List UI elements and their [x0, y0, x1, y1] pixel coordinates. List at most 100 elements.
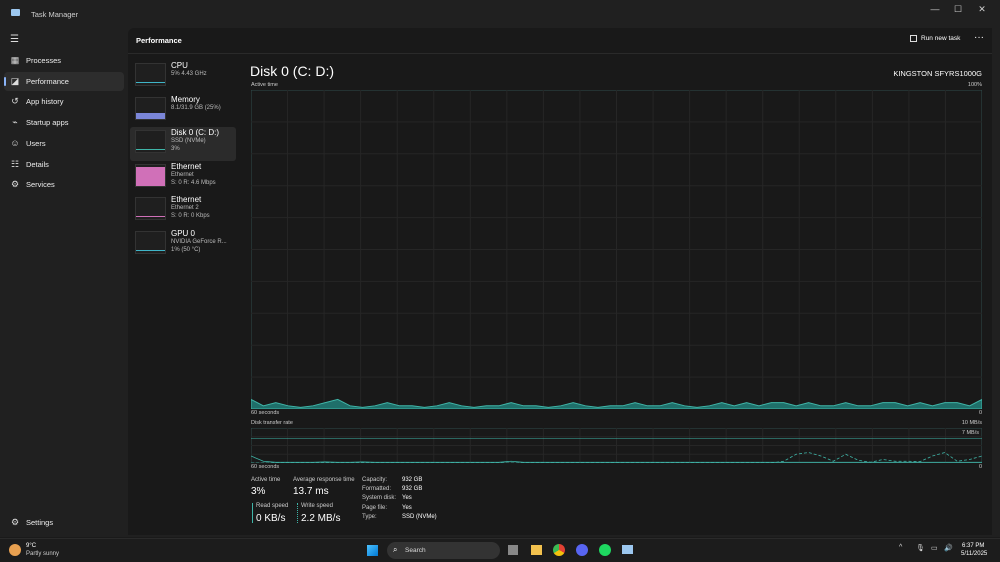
sidebar-item-label: Services [26, 180, 55, 190]
device-line2: 1% (50 °C) [171, 246, 201, 253]
sidebar-item-details[interactable]: ☷ Details [4, 155, 124, 174]
title-bar: Task Manager — ☐ ✕ [0, 0, 1000, 28]
device-item[interactable]: Memory 8.1/31.9 GB (25%) [130, 94, 236, 128]
device-thumbnail-graph [135, 230, 166, 254]
sidebar-item-label: Details [26, 159, 49, 169]
task-manager-window: Task Manager — ☐ ✕ ☰ ▦ Processes ◪ Performa… [0, 0, 1000, 537]
device-item[interactable]: CPU 5% 4.43 GHz [130, 60, 236, 94]
prop-value: 932 GB [402, 486, 423, 493]
read-indicator [252, 503, 253, 523]
users-icon: ☺ [10, 138, 20, 149]
close-button[interactable]: ✕ [971, 4, 993, 18]
sidebar-item-users[interactable]: ☺ Users [4, 134, 124, 153]
weather-temp[interactable]: 9°C [26, 543, 36, 549]
prop-label: Capacity: [362, 477, 388, 483]
main-panel: Performance Run new task ··· CPU 5% 4.43… [128, 28, 992, 535]
discord-icon[interactable] [576, 544, 588, 556]
performance-icon: ◪ [10, 75, 20, 86]
task-manager-icon [11, 9, 20, 16]
maximize-button[interactable]: ☐ [947, 4, 969, 18]
startup-apps-icon: ⌁ [12, 117, 18, 128]
clock-time[interactable]: 6:37 PM [962, 543, 984, 549]
write-speed-label: Write speed [301, 503, 333, 509]
device-item[interactable]: Ethernet Ethernet S: 0 R: 4.6 Mbps [130, 161, 236, 195]
divider [128, 53, 992, 54]
device-item[interactable]: Ethernet Ethernet 2 S: 0 R: 0 Kbps [130, 194, 236, 228]
active-time-xright: 0 [978, 410, 982, 416]
active-time-stat-label: Active time [251, 477, 281, 483]
sidebar-item-app-history[interactable]: ↺ App history [4, 92, 124, 111]
device-name: Disk 0 (C: D:) [171, 128, 219, 137]
active-time-chart [251, 90, 982, 409]
hamburger-menu-icon[interactable]: ☰ [10, 34, 19, 45]
write-speed-value: 2.2 MB/s [301, 513, 341, 524]
device-item[interactable]: Disk 0 (C: D:) SSD (NVMe) 3% [130, 127, 236, 161]
device-line1: 8.1/31.9 GB (25%) [171, 104, 221, 111]
show-hidden-icons[interactable]: ^ [899, 544, 902, 551]
device-thumbnail-graph [135, 63, 166, 86]
minimize-button[interactable]: — [924, 4, 946, 18]
network-icon[interactable]: ▭ [931, 544, 938, 552]
app-history-icon: ↺ [11, 96, 19, 107]
services-icon: ⚙ [10, 179, 20, 190]
clock-date[interactable]: 5/11/2025 [961, 551, 987, 557]
volume-icon[interactable]: 🔊 [944, 544, 953, 552]
prop-label: Type: [362, 513, 377, 520]
device-name: Ethernet [171, 195, 202, 204]
window-title: Task Manager [31, 10, 79, 19]
transfer-rate-chart [251, 428, 982, 463]
more-options-button[interactable]: ··· [974, 32, 984, 43]
device-name: Memory [171, 94, 200, 104]
run-new-task-label: Run new task [921, 35, 961, 42]
task-view-icon[interactable] [508, 545, 518, 555]
spotify-icon[interactable] [599, 544, 611, 556]
transfer-rate-label: Disk transfer rate [251, 420, 293, 426]
active-time-label: Active time [251, 82, 278, 88]
response-time-label: Average response time [293, 477, 355, 483]
search-box[interactable]: ⌕ Search [387, 542, 500, 559]
active-time-max: 100% [967, 82, 982, 88]
disk-model: KINGSTON SFYRS1000G [893, 69, 982, 78]
device-line1: Ethernet [171, 171, 194, 178]
settings-icon: ⚙ [10, 517, 20, 527]
device-thumbnail-graph [135, 197, 166, 220]
write-indicator [297, 503, 298, 523]
device-line2: 3% [171, 146, 180, 152]
sidebar-item-label: Processes [26, 56, 62, 65]
task-manager-taskbar-icon[interactable] [622, 545, 633, 554]
device-line1: SSD (NVMe) [171, 138, 206, 144]
sidebar-item-label: Users [26, 138, 46, 148]
device-thumbnail-graph [135, 96, 166, 120]
response-time-value: 13.7 ms [293, 486, 329, 497]
active-time-xleft: 60 seconds [251, 410, 280, 416]
prop-value: SSD (NVMe) [402, 513, 437, 520]
processes-icon: ▦ [10, 55, 20, 65]
active-time-stat: 3% [251, 486, 266, 497]
prop-value: 932 GB [402, 477, 423, 483]
sidebar-item-processes[interactable]: ▦ Processes [4, 51, 124, 70]
device-line1: Ethernet 2 [171, 205, 199, 211]
chrome-icon[interactable] [553, 544, 565, 556]
taskbar: 9°C Partly sunny ⌕ Search ^ 🎙 ▭ 🔊 6:37 P… [0, 538, 1000, 562]
device-item[interactable]: GPU 0 NVIDIA GeForce R... 1% (50 °C) [130, 228, 236, 262]
file-explorer-icon[interactable] [531, 545, 542, 555]
sidebar-item-services[interactable]: ⚙ Services [4, 175, 124, 194]
search-icon: ⌕ [393, 545, 398, 554]
search-placeholder: Search [405, 547, 426, 554]
microphone-icon[interactable]: 🎙 [916, 544, 925, 552]
run-new-task-button[interactable]: Run new task [910, 35, 960, 42]
device-line1: 5% 4.43 GHz [171, 71, 207, 77]
sidebar-item-performance[interactable]: ◪ Performance [4, 71, 124, 91]
device-name: Ethernet [171, 161, 202, 171]
sidebar-item-label: Startup apps [26, 118, 69, 128]
sidebar-item-startup-apps[interactable]: ⌁ Startup apps [4, 113, 124, 132]
start-button[interactable] [367, 545, 378, 556]
prop-label: Formatted: [362, 486, 392, 493]
device-thumbnail-graph [135, 163, 166, 187]
transfer-xright: 0 [978, 464, 982, 470]
device-line2: S: 0 R: 4.6 Mbps [171, 179, 216, 186]
disk-title: Disk 0 (C: D:) [250, 63, 334, 79]
weather-text[interactable]: Partly sunny [26, 551, 59, 557]
weather-icon[interactable] [9, 544, 21, 556]
sidebar-item-settings[interactable]: ⚙ Settings [4, 513, 124, 532]
